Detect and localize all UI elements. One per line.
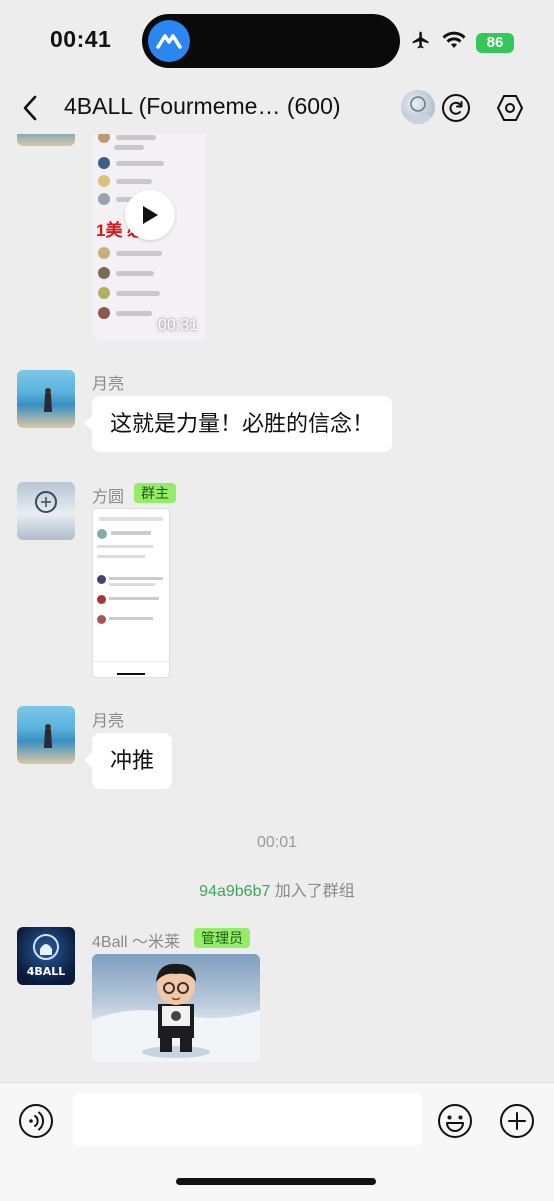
wifi-icon <box>442 31 466 54</box>
chat-title[interactable]: 4BALL (Fourmeme… (600) <box>64 93 341 120</box>
chat-header: 4BALL (Fourmeme… (600) <box>0 82 554 134</box>
voice-button[interactable] <box>18 1103 54 1139</box>
emoji-icon <box>438 1104 472 1138</box>
dynamic-island <box>142 14 400 68</box>
settings-icon <box>497 95 523 121</box>
message-list[interactable]: 1美 必达 00:31 月亮 这就是力量！必胜的信念！ 方圆 群主 月亮 冲推 <box>0 134 554 1082</box>
timestamp: 00:01 <box>256 834 298 851</box>
plus-button[interactable] <box>499 1103 535 1139</box>
status-time: 00:41 <box>50 26 112 52</box>
avatar[interactable] <box>17 706 75 764</box>
sticker-message[interactable] <box>92 954 260 1062</box>
refresh-button[interactable] <box>440 92 472 124</box>
sender-name: 月亮 <box>92 376 125 393</box>
settings-button[interactable] <box>494 92 526 124</box>
image-message[interactable] <box>92 508 170 678</box>
admin-badge: 管理员 <box>194 928 250 948</box>
owner-badge: 群主 <box>134 483 176 503</box>
message-bubble[interactable]: 这就是力量！必胜的信念！ <box>83 396 393 452</box>
avatar[interactable] <box>17 370 75 428</box>
avatar-logo-text: 4BALL <box>26 965 66 978</box>
island-app-icon <box>148 20 190 62</box>
system-message: 94a9b6b7 加入了群组 <box>0 877 554 901</box>
refresh-icon <box>442 94 470 122</box>
message-bubble[interactable]: 冲推 <box>83 733 173 789</box>
back-button[interactable] <box>16 92 44 124</box>
battery-icon: 86 <box>476 32 514 53</box>
group-avatar[interactable] <box>401 90 435 124</box>
avatar[interactable] <box>17 134 75 146</box>
joined-user-name[interactable]: 94a9b6b7 <box>199 883 270 900</box>
sender-name: 4Ball ～米莱 <box>92 934 181 951</box>
emoji-button[interactable] <box>437 1103 473 1139</box>
airplane-icon <box>410 30 432 55</box>
avatar[interactable]: 4BALL <box>17 927 75 985</box>
sender-name: 月亮 <box>92 713 125 730</box>
plus-icon <box>500 1104 534 1138</box>
system-action: 加入了群组 <box>270 883 355 900</box>
home-indicator[interactable] <box>176 1178 376 1185</box>
chevron-left-icon <box>23 95 37 121</box>
message-input[interactable] <box>73 1093 422 1146</box>
status-indicators: 86 <box>410 30 514 55</box>
play-icon <box>143 206 158 224</box>
video-message[interactable]: 1美 必达 00:31 <box>92 134 206 341</box>
sender-name: 方圆 <box>92 489 125 506</box>
play-button[interactable] <box>125 190 175 240</box>
avatar[interactable] <box>17 482 75 540</box>
voice-icon <box>19 1104 53 1138</box>
status-bar: 00:41 86 <box>0 0 554 82</box>
video-duration: 00:31 <box>157 317 198 334</box>
